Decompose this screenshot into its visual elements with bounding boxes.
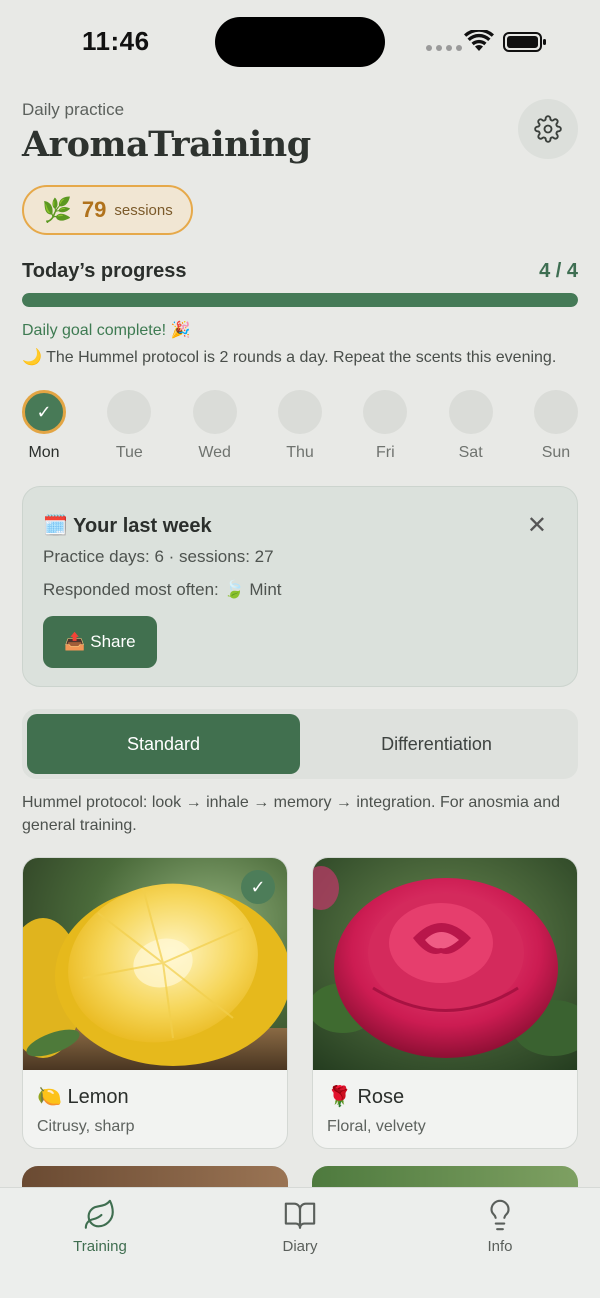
weekday-label: Sun — [541, 444, 571, 461]
herb-icon: 🌿 — [42, 196, 72, 224]
weekday-thu: Thu — [277, 390, 322, 462]
progress-label: Today’s progress — [22, 260, 187, 282]
tab-training[interactable]: Training — [40, 1198, 160, 1255]
responded-most-text: Responded most often: 🍃 Mint — [43, 580, 282, 599]
sessions-badge: 🌿 79 sessions — [22, 185, 193, 235]
weekday-sun: Sun — [533, 390, 578, 462]
weekday-indicator — [533, 390, 578, 434]
signal-icon — [426, 45, 462, 51]
page-subtitle: Daily practice — [22, 100, 125, 119]
weekday-label: Tue — [115, 444, 143, 461]
settings-button[interactable] — [518, 99, 578, 159]
weekday-label: Sat — [458, 444, 483, 461]
weekday-mon: ✓ Mon — [22, 390, 66, 462]
close-icon[interactable]: ✕ — [527, 514, 547, 538]
scent-name: 🍋 Lemon — [37, 1086, 129, 1108]
wifi-icon — [464, 30, 494, 51]
last-week-card: 🗓️ Your last week ✕ Practice days: 6 · s… — [22, 486, 578, 687]
status-time: 11:46 — [82, 26, 150, 56]
protocol-note: 🌙 The Hummel protocol is 2 rounds a day.… — [22, 349, 557, 366]
tab-diary-label: Diary — [282, 1238, 318, 1255]
weekday-tracker: ✓ Mon Tue Wed Thu Fri Sat Sun — [22, 390, 578, 462]
page-title: AromaTraining — [22, 124, 311, 165]
tab-info-label: Info — [487, 1238, 513, 1255]
scent-name: 🌹 Rose — [327, 1086, 405, 1108]
weekday-indicator — [277, 390, 322, 434]
scent-card-rose[interactable]: 🌹 Rose Floral, velvety — [312, 857, 578, 1149]
tab-info[interactable]: Info — [440, 1198, 560, 1255]
lightbulb-icon — [490, 1199, 510, 1231]
weekday-indicator — [192, 390, 237, 434]
weekday-tue: Tue — [107, 390, 152, 462]
weekday-label: Wed — [198, 444, 231, 461]
goal-complete-text: Daily goal complete! 🎉 — [22, 322, 191, 339]
progress-bar-fill — [22, 293, 578, 307]
tab-differentiation[interactable]: Differentiation — [300, 714, 573, 774]
tab-diary[interactable]: Diary — [240, 1198, 360, 1255]
weekday-wed: Wed — [192, 390, 237, 462]
leaf-icon — [84, 1199, 114, 1229]
gear-icon — [534, 115, 562, 143]
book-icon — [284, 1202, 316, 1229]
weekday-sat: Sat — [448, 390, 493, 462]
protocol-description: Hummel protocol: look → inhale → memory … — [22, 794, 560, 834]
checkmark-icon: ✓ — [241, 870, 275, 904]
weekday-indicator — [363, 390, 408, 434]
progress-count: 4 / 4 — [539, 260, 578, 282]
weekday-indicator — [448, 390, 493, 434]
battery-icon — [503, 32, 546, 52]
rose-image — [313, 858, 577, 1070]
weekday-indicator — [107, 390, 152, 434]
bottom-tab-bar: Training Diary Info — [0, 1187, 600, 1298]
tab-training-label: Training — [73, 1238, 127, 1255]
scent-card-lemon[interactable]: ✓ 🍋 Lemon Citrusy, sharp — [22, 857, 288, 1149]
weekday-fri: Fri — [363, 390, 408, 462]
share-button[interactable]: 📤 Share — [43, 616, 157, 668]
status-bar: 11:46 — [0, 0, 600, 84]
dynamic-island — [215, 17, 385, 67]
practice-days-text: Practice days: 6 · sessions: 27 — [43, 547, 274, 566]
tab-standard[interactable]: Standard — [27, 714, 300, 774]
sessions-count: 79 — [81, 197, 107, 222]
share-button-label: 📤 Share — [64, 632, 136, 651]
scent-description: Floral, velvety — [327, 1118, 426, 1135]
weekday-label: Fri — [375, 444, 395, 461]
weekday-label: Thu — [286, 444, 314, 461]
weekday-label: Mon — [28, 444, 60, 461]
weekday-done-indicator: ✓ — [22, 390, 66, 434]
scent-description: Citrusy, sharp — [37, 1118, 135, 1135]
progress-bar — [22, 293, 578, 307]
mode-segmented-control: Standard Differentiation — [22, 709, 578, 779]
last-week-title: 🗓️ Your last week — [43, 515, 212, 537]
sessions-label: sessions — [114, 201, 173, 219]
